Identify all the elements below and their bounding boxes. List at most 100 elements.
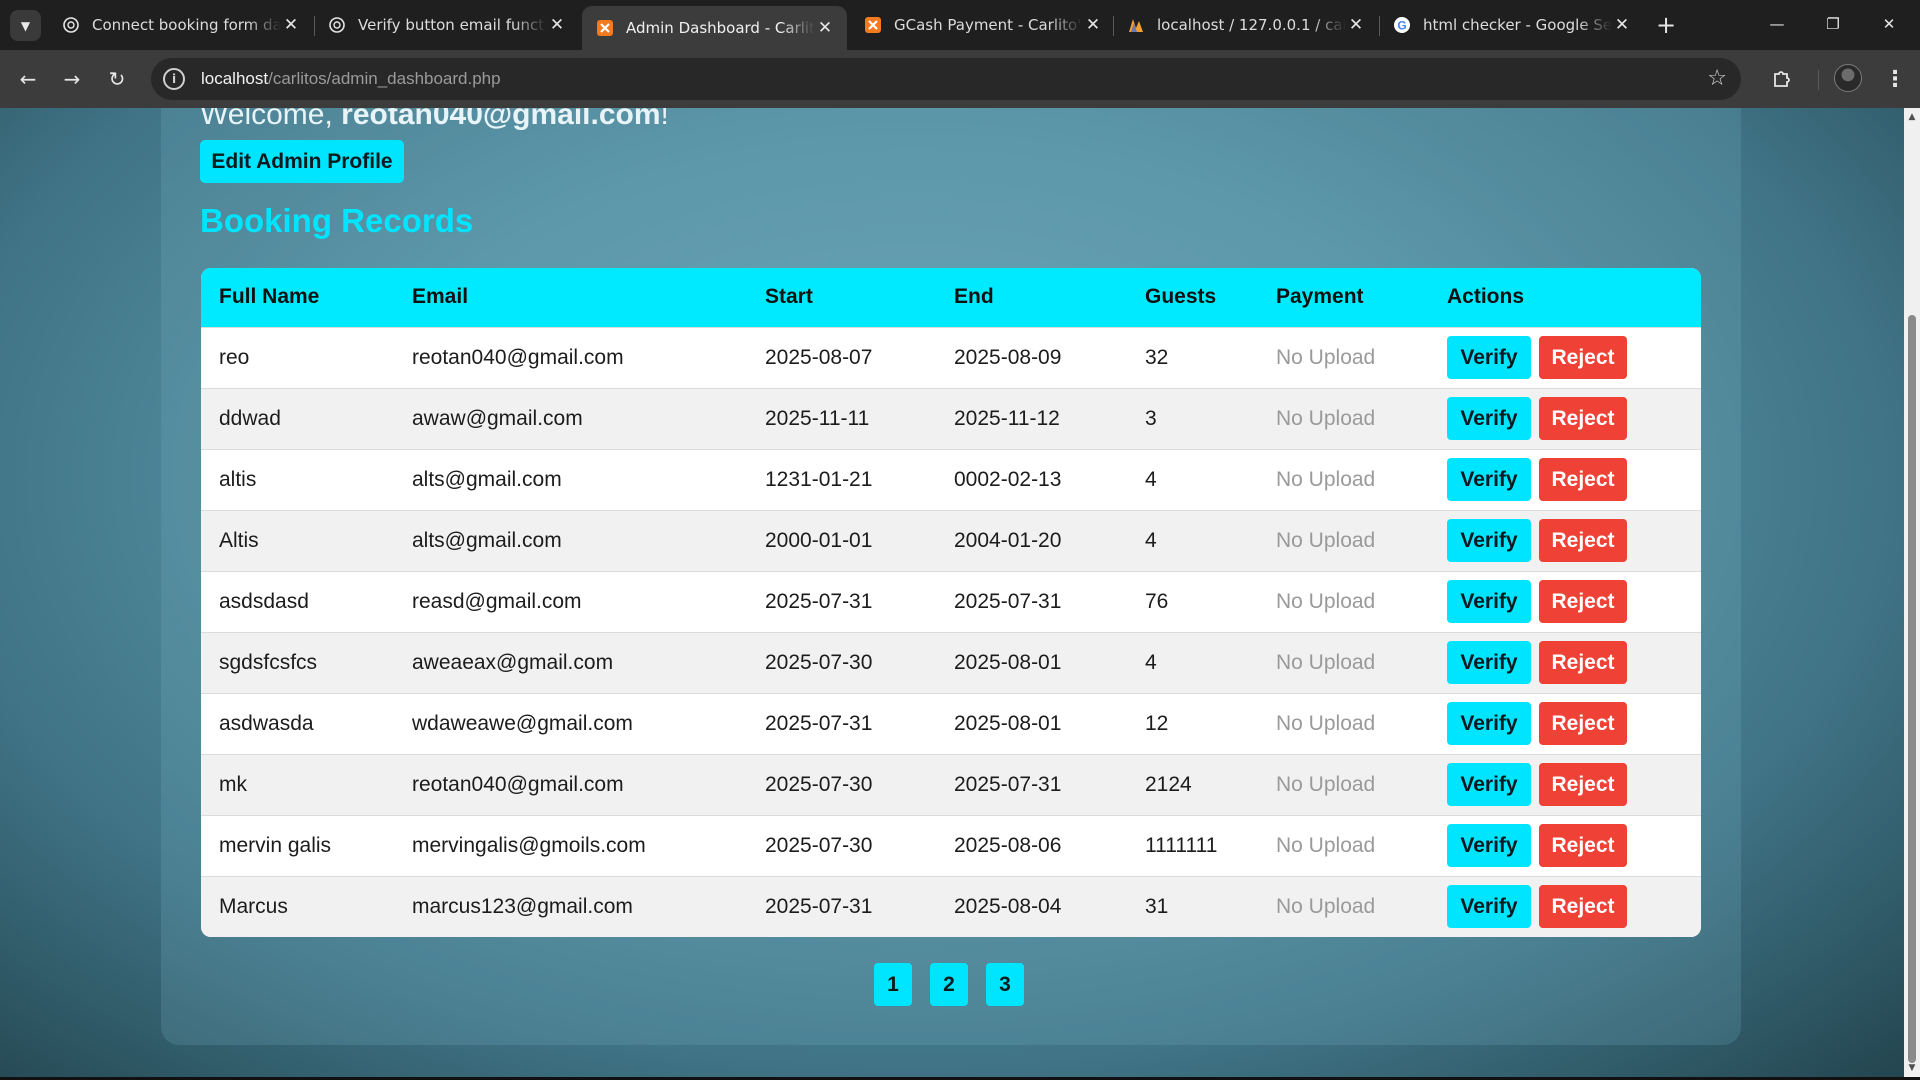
reject-button[interactable]: Reject [1539,336,1627,379]
cell-actions: Verify Reject [1429,327,1701,388]
reject-button[interactable]: Reject [1539,885,1627,929]
welcome-suffix: ! [660,108,669,131]
reject-button[interactable]: Reject [1539,641,1627,684]
profile-avatar[interactable] [1834,64,1862,92]
tab-2[interactable]: Admin Dashboard - Carlito ✕ [582,6,847,50]
reject-button[interactable]: Reject [1539,580,1627,623]
table-row: altis alts@gmail.com 1231-01-21 0002-02-… [201,449,1701,510]
reject-button[interactable]: Reject [1539,763,1627,806]
cell-guests: 32 [1145,345,1169,369]
page-scrollbar[interactable]: ▲ ▼ [1904,108,1920,1077]
tab-title: localhost / 127.0.0.1 / carli [1157,16,1346,34]
reload-button[interactable]: ↻ [101,63,133,95]
tab-search-button[interactable]: ▼ [10,10,41,41]
extensions-icon[interactable] [1767,63,1797,93]
reject-button[interactable]: Reject [1539,458,1627,501]
cell-end: 0002-02-13 [954,467,1062,491]
close-icon[interactable]: ✕ [1083,15,1103,35]
cell-payment: No Upload [1276,528,1376,552]
tab-4[interactable]: localhost / 127.0.0.1 / carli ✕ [1113,6,1378,44]
forward-button[interactable]: → [56,63,88,95]
column-header-payment: Payment [1276,285,1364,309]
more-menu-icon[interactable]: ⋮ [1880,63,1910,95]
address-bar[interactable]: i localhost/carlitos/admin_dashboard.php… [151,58,1741,100]
tab-0[interactable]: Connect booking form dat ✕ [48,6,313,44]
close-icon[interactable]: ✕ [1346,15,1366,35]
verify-button[interactable]: Verify [1447,763,1531,806]
site-info-icon[interactable]: i [163,68,185,90]
tab-title: Verify button email functio [358,16,547,34]
tab-1[interactable]: Verify button email functio ✕ [314,6,579,44]
url-text[interactable]: localhost/carlitos/admin_dashboard.php [201,69,501,89]
cell-full-name: asdsdasd [219,589,309,613]
verify-button[interactable]: Verify [1447,641,1531,684]
welcome-email: reotan040@gmail.com [341,108,661,131]
cell-end: 2025-08-01 [954,711,1062,735]
reject-button[interactable]: Reject [1539,519,1627,562]
verify-button[interactable]: Verify [1447,580,1531,623]
cell-payment: No Upload [1276,772,1376,796]
reject-button[interactable]: Reject [1539,397,1627,440]
minimize-icon: — [1769,15,1785,33]
cell-email: alts@gmail.com [412,467,562,491]
cell-full-name: Marcus [219,894,288,918]
verify-button[interactable]: Verify [1447,824,1531,867]
reload-icon: ↻ [108,67,126,91]
cell-start: 2025-07-31 [765,894,873,918]
cell-email: reotan040@gmail.com [412,345,624,369]
minimize-button[interactable]: — [1754,8,1800,40]
cell-email: mervingalis@gmoils.com [412,833,646,857]
cell-full-name: ddwad [219,406,281,430]
page-button-3[interactable]: 3 [986,963,1024,1006]
tab-5[interactable]: G html checker - Google Sea ✕ [1379,6,1644,44]
table-row: mk reotan040@gmail.com 2025-07-30 2025-0… [201,754,1701,815]
tab-3[interactable]: GCash Payment - Carlito's ✕ [850,6,1115,44]
table-row: mervin galis mervingalis@gmoils.com 2025… [201,815,1701,876]
back-button[interactable]: ← [12,63,44,95]
scroll-down-icon[interactable]: ▼ [1907,1063,1917,1073]
plus-icon: + [1655,11,1677,39]
close-icon[interactable]: ✕ [547,15,567,35]
tab-title: html checker - Google Sea [1423,16,1612,34]
cell-actions: Verify Reject [1429,449,1701,510]
column-header-actions: Actions [1447,285,1525,309]
column-header-guests: Guests [1145,285,1217,309]
verify-button[interactable]: Verify [1447,458,1531,501]
bookmark-star-icon[interactable]: ☆ [1707,66,1727,91]
cell-end: 2004-01-20 [954,528,1062,552]
cell-payment: No Upload [1276,467,1376,491]
reject-button[interactable]: Reject [1539,824,1627,867]
arrow-left-icon: ← [19,67,37,91]
close-icon[interactable]: ✕ [1612,15,1632,35]
section-title: Booking Records [200,202,474,239]
cell-email: marcus123@gmail.com [412,894,633,918]
page-button-2[interactable]: 2 [930,963,968,1006]
scroll-up-icon[interactable]: ▲ [1907,112,1917,122]
verify-button[interactable]: Verify [1447,702,1531,745]
cell-full-name: altis [219,467,257,491]
cell-payment: No Upload [1276,589,1376,613]
close-icon[interactable]: ✕ [281,15,301,35]
booking-table: Full Name Email Start End Guests Payment… [201,268,1701,937]
cell-payment: No Upload [1276,650,1376,674]
new-tab-button[interactable]: + [1651,10,1681,40]
google-icon: G [1393,16,1411,34]
cell-start: 2025-07-30 [765,650,873,674]
page-button-1[interactable]: 1 [874,963,912,1006]
reject-button[interactable]: Reject [1539,702,1627,745]
edit-admin-profile-button[interactable]: Edit Admin Profile [200,140,404,183]
verify-button[interactable]: Verify [1447,336,1531,379]
table-row: asdwasda wdaweawe@gmail.com 2025-07-31 2… [201,693,1701,754]
window-close-button[interactable]: ✕ [1866,8,1912,40]
cell-guests: 76 [1145,589,1169,613]
verify-button[interactable]: Verify [1447,885,1531,929]
scrollbar-thumb[interactable] [1908,315,1916,1063]
table-row: asdsdasd reasd@gmail.com 2025-07-31 2025… [201,571,1701,632]
restore-button[interactable]: ❐ [1810,8,1856,40]
chatgpt-icon [328,16,346,34]
column-header-end: End [954,285,994,309]
cell-actions: Verify Reject [1429,510,1701,571]
verify-button[interactable]: Verify [1447,397,1531,440]
close-icon[interactable]: ✕ [815,18,835,38]
verify-button[interactable]: Verify [1447,519,1531,562]
